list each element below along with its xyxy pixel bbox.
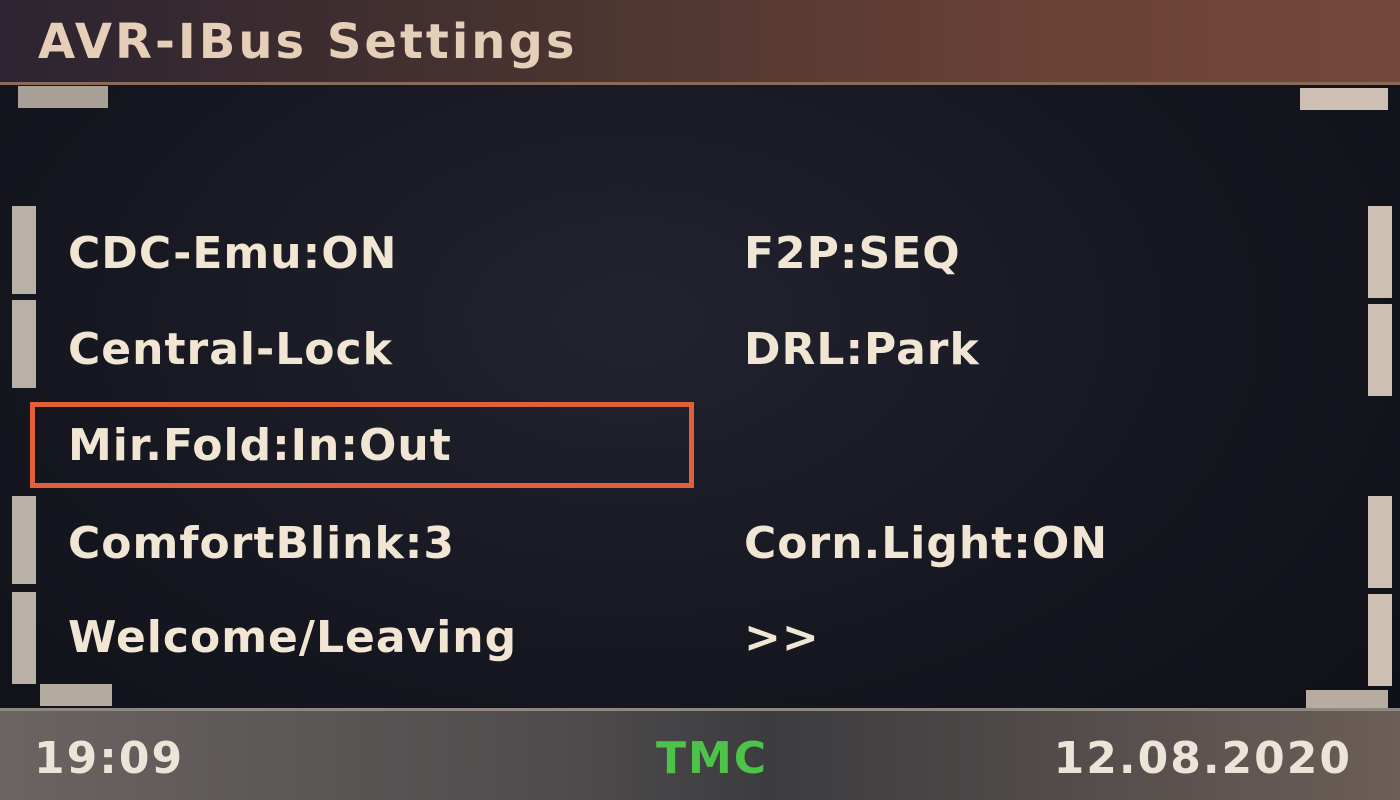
- date-display: 12.08.2020: [1053, 733, 1352, 784]
- idrive-screen: AVR-IBus Settings CDC-Emu:ON Central-Loc…: [0, 0, 1400, 800]
- title-bar: AVR-IBus Settings: [0, 0, 1400, 85]
- tmc-indicator: TMC: [656, 733, 769, 784]
- status-bar: 19:09 TMC 12.08.2020: [0, 708, 1400, 800]
- clock-time: 19:09: [34, 733, 185, 784]
- menu-item-f2p[interactable]: F2P:SEQ: [744, 228, 961, 280]
- side-bar-right-5: [1368, 594, 1392, 686]
- corner-tab-top-left: [18, 86, 108, 108]
- side-bar-left-4: [12, 496, 36, 584]
- corner-tab-top-right: [1300, 88, 1388, 110]
- side-bar-left-2: [12, 300, 36, 388]
- menu-item-drl[interactable]: DRL:Park: [744, 324, 980, 376]
- menu-item-corner-light[interactable]: Corn.Light:ON: [744, 518, 1108, 570]
- menu-item-next-page[interactable]: >>: [744, 612, 820, 664]
- page-title: AVR-IBus Settings: [38, 14, 578, 70]
- side-bar-right-2: [1368, 304, 1392, 396]
- menu-item-central-lock[interactable]: Central-Lock: [68, 324, 393, 376]
- side-bar-left-1: [12, 206, 36, 294]
- menu-item-welcome-leaving[interactable]: Welcome/Leaving: [68, 612, 517, 664]
- menu-item-cdc-emu[interactable]: CDC-Emu:ON: [68, 228, 397, 280]
- menu-item-comfort-blink[interactable]: ComfortBlink:3: [68, 518, 455, 570]
- side-bar-left-5: [12, 592, 36, 684]
- side-bar-right-1: [1368, 206, 1392, 298]
- menu-item-mirror-fold[interactable]: Mir.Fold:In:Out: [68, 420, 452, 472]
- side-bar-right-4: [1368, 496, 1392, 588]
- corner-tab-bottom-left: [40, 684, 112, 706]
